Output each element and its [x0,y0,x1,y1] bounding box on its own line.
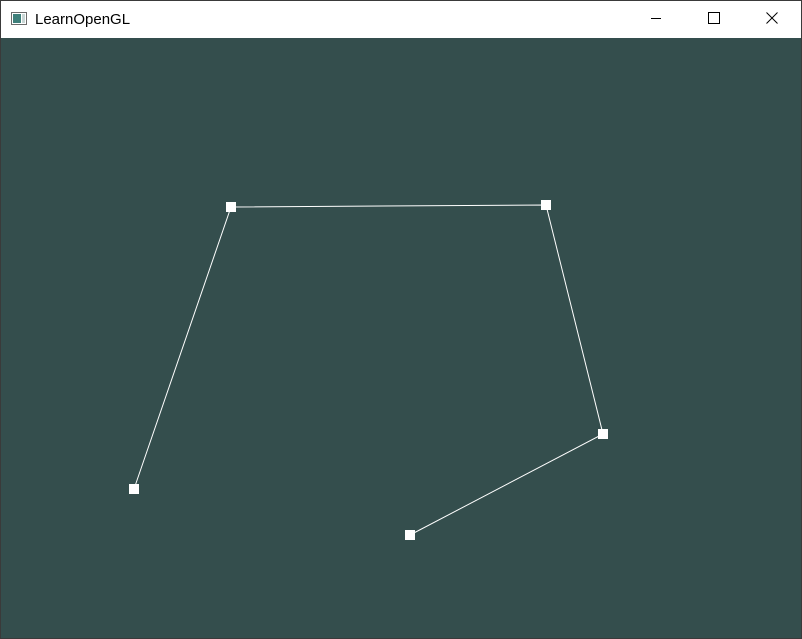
control-point[interactable] [405,530,415,540]
close-icon [766,11,778,29]
control-point[interactable] [541,200,551,210]
opengl-app-icon [11,12,27,25]
minimize-icon [650,11,662,29]
minimize-button[interactable] [627,1,685,38]
clear-background [1,38,801,638]
app-window: LearnOpenGL [0,0,802,639]
control-point[interactable] [129,484,139,494]
maximize-icon [708,11,720,29]
opengl-viewport[interactable] [1,38,801,638]
maximize-button[interactable] [685,1,743,38]
window-title: LearnOpenGL [35,11,131,28]
control-point[interactable] [226,202,236,212]
title-bar[interactable]: LearnOpenGL [1,1,801,38]
control-point[interactable] [598,429,608,439]
scene-canvas[interactable] [1,38,801,638]
close-button[interactable] [743,1,801,38]
